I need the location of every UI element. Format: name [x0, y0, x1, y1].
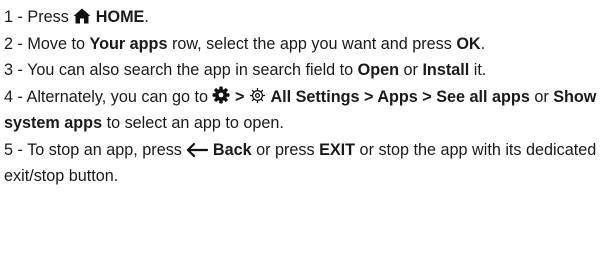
ok-key-label: OK — [456, 34, 481, 53]
back-arrow-icon — [186, 142, 209, 157]
step-1: 1 - Press HOME. — [4, 8, 149, 26]
back-key-label: Back — [212, 140, 252, 159]
home-key-label: HOME — [95, 8, 145, 26]
step-5: 5 - To stop an app, press Back or press … — [4, 140, 597, 186]
step-separator: - — [13, 8, 28, 26]
step-4: 4 - Alternately, you can go to > All Set… — [4, 86, 597, 132]
settings-path-label: All Settings > Apps > See all apps — [270, 87, 530, 106]
step-number: 1 — [4, 8, 14, 26]
instructions: 1 - Press HOME. 2 - Move to Your apps ro… — [4, 4, 610, 190]
step-number: 2 — [4, 34, 14, 53]
settings-gear-icon — [212, 86, 230, 104]
step-text: Press — [27, 8, 74, 26]
step-separator: - — [13, 140, 28, 159]
step-separator: - — [13, 34, 28, 53]
step-3: 3 - You can also search the app in searc… — [4, 61, 487, 79]
home-icon — [73, 8, 91, 24]
your-apps-label: Your apps — [89, 34, 168, 53]
open-label: Open — [357, 61, 400, 79]
step-separator: - — [13, 87, 27, 106]
all-settings-icon — [249, 87, 266, 104]
step-number: 3 — [4, 61, 14, 79]
step-number: 5 — [4, 140, 14, 159]
step-number: 4 — [4, 87, 14, 106]
step-2: 2 - Move to Your apps row, select the ap… — [4, 34, 486, 53]
install-label: Install — [422, 61, 470, 79]
exit-key-label: EXIT — [319, 140, 356, 159]
step-separator: - — [13, 61, 28, 79]
